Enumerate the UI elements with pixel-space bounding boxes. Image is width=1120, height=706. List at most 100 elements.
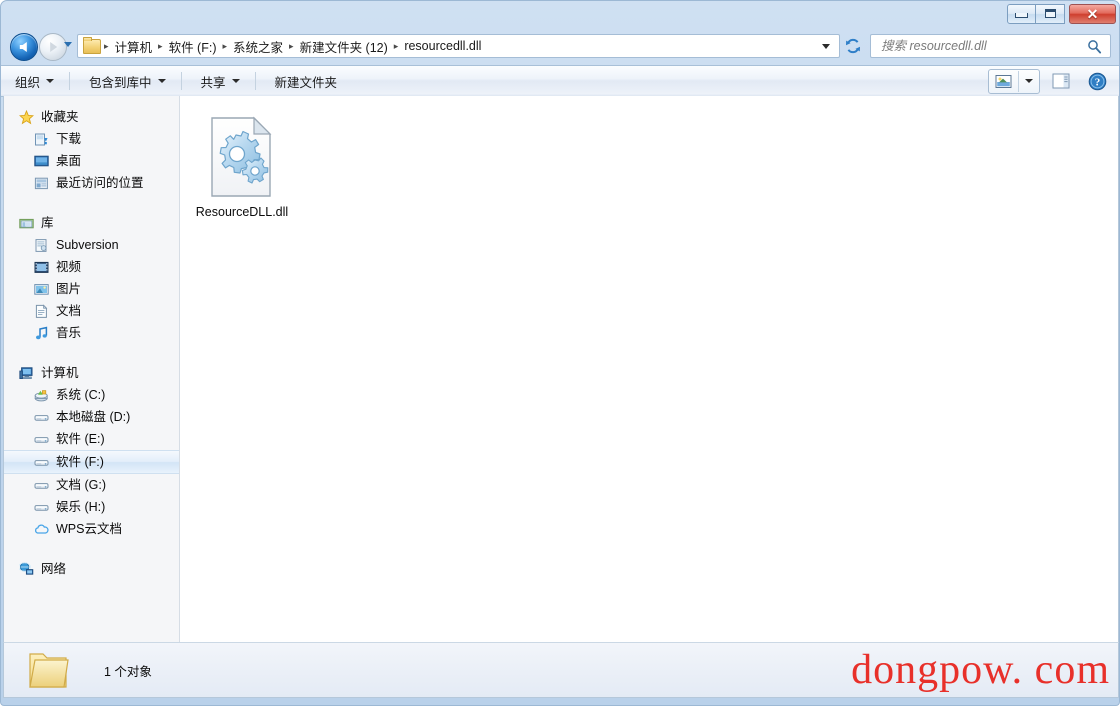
toolbar-right-group: ? bbox=[988, 68, 1112, 94]
sidebar-label: 下载 bbox=[56, 132, 82, 146]
include-in-library-button[interactable]: 包含到库中 bbox=[79, 69, 176, 93]
refresh-icon bbox=[846, 38, 860, 54]
sidebar-header-libraries[interactable]: 库 bbox=[4, 212, 179, 234]
organize-label: 组织 bbox=[15, 75, 41, 90]
search-input[interactable] bbox=[879, 38, 1087, 54]
sidebar-label: 本地磁盘 (D:) bbox=[56, 410, 131, 424]
refresh-button[interactable] bbox=[842, 35, 864, 57]
sidebar-item-documents[interactable]: 文档 bbox=[4, 300, 179, 322]
new-folder-button[interactable]: 新建文件夹 bbox=[265, 69, 354, 93]
system-drive-icon bbox=[33, 387, 49, 403]
sidebar-item-drive-d[interactable]: 本地磁盘 (D:) bbox=[4, 406, 179, 428]
breadcrumb-item-0[interactable]: 计算机 bbox=[110, 34, 158, 59]
sidebar-item-desktop[interactable]: 桌面 bbox=[4, 150, 179, 172]
help-icon: ? bbox=[1088, 72, 1106, 90]
file-name-label: ResourceDLL.dll bbox=[195, 205, 289, 219]
network-icon bbox=[18, 561, 34, 577]
preview-pane-icon bbox=[1052, 73, 1070, 89]
close-icon: ✕ bbox=[1086, 5, 1099, 22]
nav-group-libraries: 库 Subversion 视频 图片 文档 音乐 bbox=[4, 212, 179, 344]
sidebar-item-wps-cloud[interactable]: WPS云文档 bbox=[4, 518, 179, 540]
explorer-window: ✕ ▸ 计算机 ▸ 软件 (F:) ▸ 系统之家 ▸ 新建文件夹 (12) ▸ … bbox=[0, 0, 1120, 706]
sidebar-item-drive-g[interactable]: 文档 (G:) bbox=[4, 474, 179, 496]
sidebar-label: 软件 (F:) bbox=[56, 455, 104, 469]
watermark-text: dongpow. com bbox=[851, 647, 1110, 693]
close-button[interactable]: ✕ bbox=[1069, 3, 1116, 24]
svg-text:?: ? bbox=[1094, 76, 1100, 88]
sidebar-label: 视频 bbox=[56, 260, 82, 274]
breadcrumb-item-1[interactable]: 软件 (F:) bbox=[164, 34, 222, 59]
change-view-button[interactable] bbox=[989, 71, 1018, 92]
wps-cloud-icon bbox=[33, 521, 49, 537]
breadcrumb-item-3[interactable]: 新建文件夹 (12) bbox=[295, 34, 393, 59]
nav-group-computer: 计算机 系统 (C:) 本地磁盘 (D:) 软件 (E:) 软件 (F:) 文档… bbox=[4, 362, 179, 540]
chevron-down-icon bbox=[1025, 79, 1033, 83]
sidebar-label: 最近访问的位置 bbox=[56, 176, 144, 190]
recent-places-icon bbox=[33, 175, 49, 191]
chevron-down-icon bbox=[46, 79, 55, 83]
sidebar-header-favorites[interactable]: 收藏夹 bbox=[4, 106, 179, 128]
computer-icon bbox=[18, 365, 34, 381]
sidebar-header-computer[interactable]: 计算机 bbox=[4, 362, 179, 384]
organize-button[interactable]: 组织 bbox=[5, 69, 64, 93]
help-button[interactable]: ? bbox=[1082, 70, 1112, 93]
sidebar-item-videos[interactable]: 视频 bbox=[4, 256, 179, 278]
sidebar-header-network[interactable]: 网络 bbox=[4, 558, 179, 580]
chevron-down-icon[interactable] bbox=[822, 43, 830, 49]
toolbar-separator bbox=[180, 72, 182, 90]
view-icon bbox=[995, 74, 1012, 88]
navigation-pane[interactable]: 收藏夹 下载 桌面 最近访问的位置 库 Subversion 视频 图片 文档 … bbox=[4, 96, 180, 642]
search-box[interactable] bbox=[870, 34, 1111, 58]
sidebar-label: 计算机 bbox=[41, 366, 79, 380]
breadcrumb-item-4[interactable]: resourcedll.dll bbox=[399, 36, 486, 56]
sidebar-item-downloads[interactable]: 下载 bbox=[4, 128, 179, 150]
folder-icon bbox=[83, 36, 101, 54]
status-bar: 1 个对象 dongpow. com bbox=[3, 642, 1119, 698]
drive-icon bbox=[33, 431, 49, 447]
sidebar-label: 文档 (G:) bbox=[56, 478, 106, 492]
preview-pane-button[interactable] bbox=[1046, 70, 1076, 93]
address-bar[interactable]: ▸ 计算机 ▸ 软件 (F:) ▸ 系统之家 ▸ 新建文件夹 (12) ▸ re… bbox=[77, 34, 840, 58]
sidebar-item-subversion[interactable]: Subversion bbox=[4, 234, 179, 256]
sidebar-label: WPS云文档 bbox=[56, 522, 122, 536]
file-item[interactable]: ResourceDLL.dll bbox=[194, 110, 290, 219]
downloads-icon bbox=[33, 131, 49, 147]
sidebar-item-drive-f[interactable]: 软件 (F:) bbox=[4, 450, 179, 474]
sidebar-item-pictures[interactable]: 图片 bbox=[4, 278, 179, 300]
toolbar-separator bbox=[69, 72, 71, 90]
sidebar-item-recent-places[interactable]: 最近访问的位置 bbox=[4, 172, 179, 194]
view-options-button[interactable] bbox=[1018, 70, 1039, 92]
nav-group-network: 网络 bbox=[4, 558, 179, 580]
drive-icon bbox=[33, 409, 49, 425]
sidebar-item-drive-h[interactable]: 娱乐 (H:) bbox=[4, 496, 179, 518]
share-button[interactable]: 共享 bbox=[191, 69, 250, 93]
folder-icon bbox=[26, 647, 76, 694]
dll-file-icon bbox=[208, 116, 276, 198]
breadcrumb-item-2[interactable]: 系统之家 bbox=[228, 34, 288, 59]
videos-icon bbox=[33, 259, 49, 275]
sidebar-label: 娱乐 (H:) bbox=[56, 500, 106, 514]
star-icon bbox=[18, 109, 34, 125]
arrow-right-icon bbox=[50, 42, 58, 52]
back-button[interactable] bbox=[10, 33, 38, 61]
minimize-button[interactable] bbox=[1007, 3, 1036, 24]
sidebar-item-drive-c[interactable]: 系统 (C:) bbox=[4, 384, 179, 406]
music-icon bbox=[33, 325, 49, 341]
sidebar-item-drive-e[interactable]: 软件 (E:) bbox=[4, 428, 179, 450]
chevron-down-icon bbox=[157, 79, 166, 83]
pictures-icon bbox=[33, 281, 49, 297]
sidebar-label: 桌面 bbox=[56, 154, 82, 168]
minimize-icon bbox=[1015, 13, 1028, 18]
maximize-button[interactable] bbox=[1036, 3, 1065, 24]
sidebar-item-music[interactable]: 音乐 bbox=[4, 322, 179, 344]
toolbar-separator bbox=[254, 72, 256, 90]
forward-button[interactable] bbox=[39, 33, 67, 61]
library-icon bbox=[18, 215, 34, 231]
chevron-down-icon bbox=[231, 79, 240, 83]
history-dropdown-icon[interactable] bbox=[64, 42, 72, 47]
item-count-label: 1 个对象 bbox=[104, 664, 152, 679]
file-list-pane[interactable]: ResourceDLL.dll bbox=[180, 96, 1118, 642]
sidebar-label: 音乐 bbox=[56, 326, 82, 340]
main-body: 收藏夹 下载 桌面 最近访问的位置 库 Subversion 视频 图片 文档 … bbox=[3, 96, 1119, 642]
share-label: 共享 bbox=[200, 75, 226, 90]
